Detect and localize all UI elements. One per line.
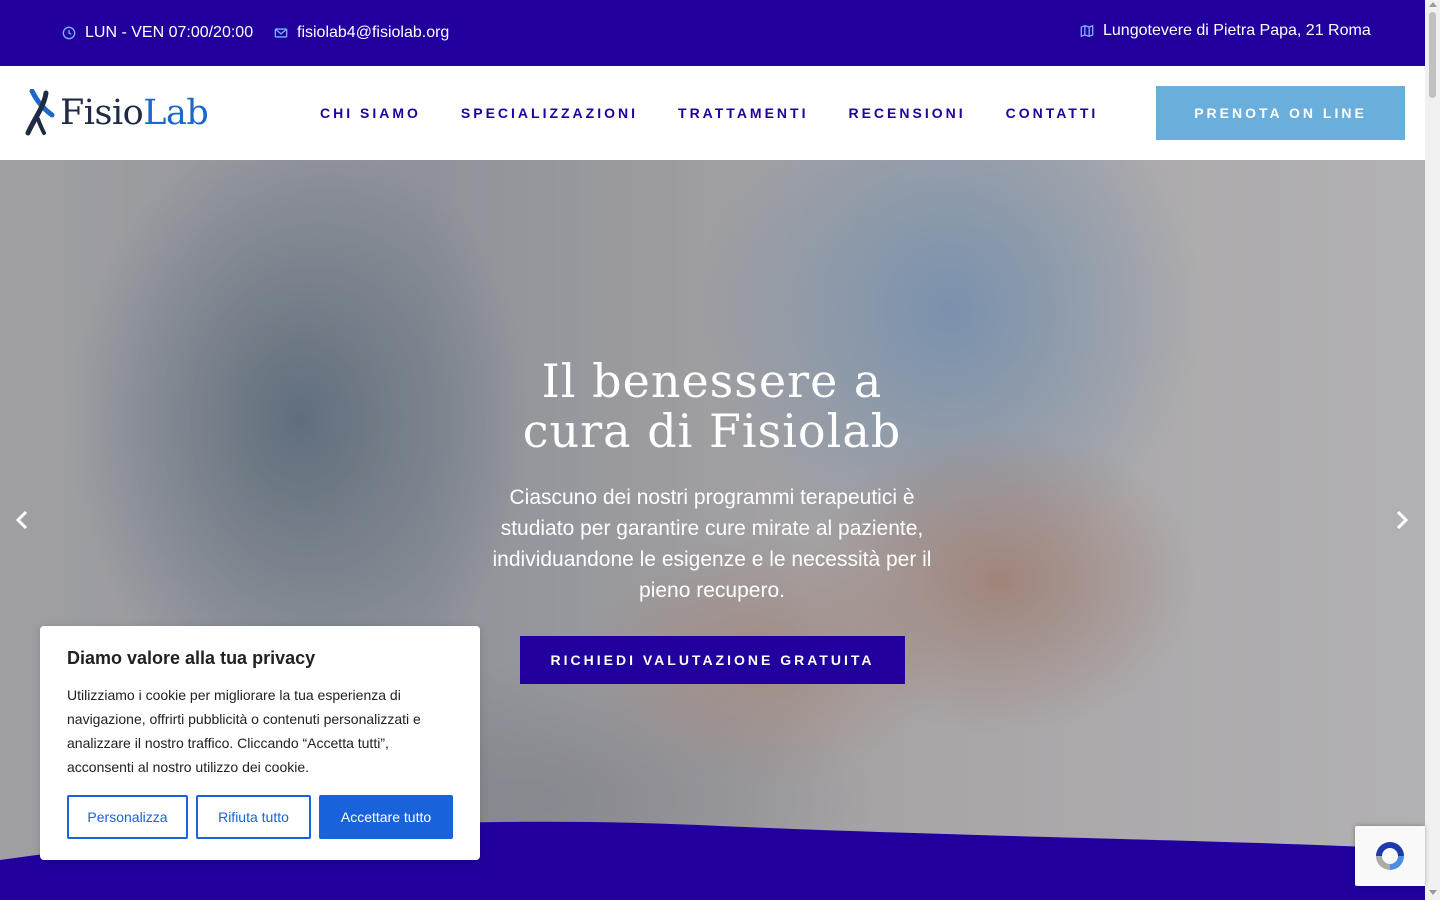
envelope-icon xyxy=(274,28,288,38)
cookie-reject-button[interactable]: Rifiuta tutto xyxy=(196,795,311,839)
nav-item-chi-siamo[interactable]: CHI SIAMO xyxy=(320,105,421,121)
scroll-up-arrow-icon[interactable] xyxy=(1429,2,1437,7)
logo-mark-icon xyxy=(25,89,55,136)
recaptcha-badge[interactable] xyxy=(1355,826,1425,886)
address: Lungotevere di Pietra Papa, 21 Roma xyxy=(1080,0,1371,64)
contact-email-text[interactable]: fisiolab4@fisiolab.org xyxy=(297,24,449,42)
chevron-left-icon xyxy=(15,510,28,530)
main-nav: CHI SIAMO SPECIALIZZAZIONI TRATTAMENTI R… xyxy=(300,66,1118,160)
nav-item-recensioni[interactable]: RECENSIONI xyxy=(848,105,965,121)
cookie-title: Diamo valore alla tua privacy xyxy=(67,648,316,668)
address-text: Lungotevere di Pietra Papa, 21 Roma xyxy=(1103,22,1371,39)
scroll-down-arrow-icon[interactable] xyxy=(1429,890,1437,895)
hero-subtitle: Ciascuno dei nostri programmi terapeutic… xyxy=(492,486,932,602)
recaptcha-icon xyxy=(1376,842,1404,870)
chevron-right-icon xyxy=(1396,510,1409,530)
cookie-consent-popup: Diamo valore alla tua privacy Utilizziam… xyxy=(40,626,480,860)
slider-next-button[interactable] xyxy=(1390,506,1414,534)
scrollbar-thumb[interactable] xyxy=(1429,12,1436,98)
site-header: FisioLab CHI SIAMO SPECIALIZZAZIONI TRAT… xyxy=(0,66,1425,160)
slider-prev-button[interactable] xyxy=(10,506,34,534)
nav-item-trattamenti[interactable]: TRATTAMENTI xyxy=(678,105,808,121)
contact-email[interactable]: fisiolab4@fisiolab.org xyxy=(274,0,449,66)
free-evaluation-button[interactable]: RICHIEDI VALUTAZIONE GRATUITA xyxy=(520,636,905,684)
nav-item-specializzazioni[interactable]: SPECIALIZZAZIONI xyxy=(461,105,638,121)
fisiolab-logo[interactable]: FisioLab xyxy=(22,88,209,138)
cookie-accept-button[interactable]: Accettare tutto xyxy=(319,795,453,839)
book-online-button[interactable]: PRENOTA ON LINE xyxy=(1156,86,1405,140)
opening-hours-text: LUN - VEN 07:00/20:00 xyxy=(85,24,254,41)
cookie-customize-button[interactable]: Personalizza xyxy=(67,795,188,839)
top-info-bar: LUN - VEN 07:00/20:00 fisiolab4@fisiolab… xyxy=(0,0,1425,66)
nav-item-contatti[interactable]: CONTATTI xyxy=(1006,105,1099,121)
map-icon xyxy=(1080,24,1094,38)
hero-title: Il benessere a cura di Fisiolab xyxy=(522,354,902,458)
clock-icon xyxy=(62,26,76,40)
logo-wordmark: FisioLab xyxy=(60,93,209,133)
opening-hours: LUN - VEN 07:00/20:00 xyxy=(62,0,253,66)
page-scrollbar[interactable] xyxy=(1425,0,1440,900)
cookie-description: Utilizziamo i cookie per migliorare la t… xyxy=(67,687,421,775)
